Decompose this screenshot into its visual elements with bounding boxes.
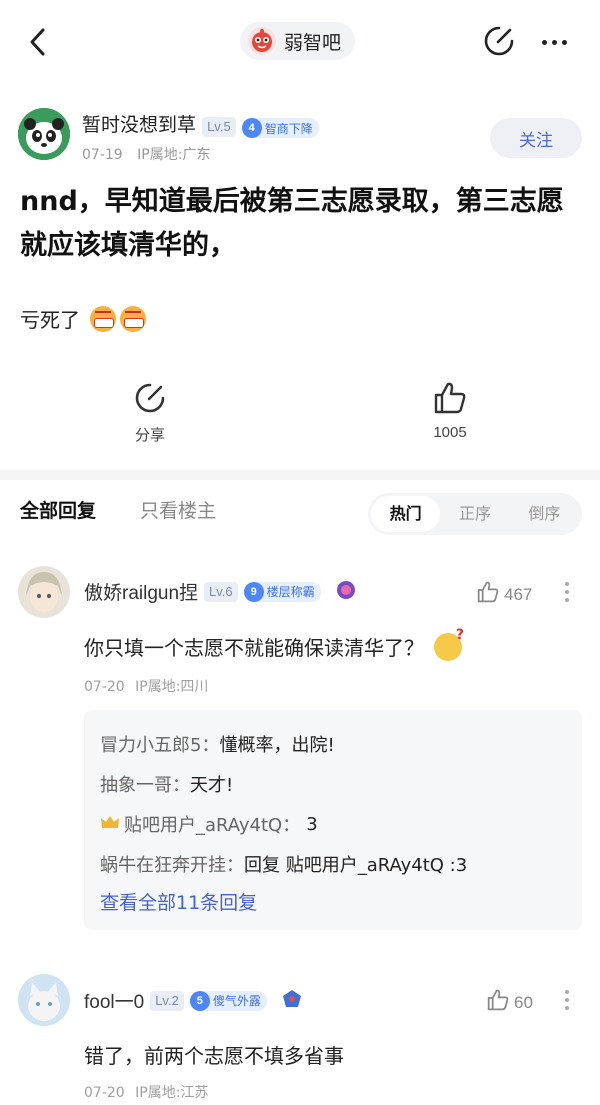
comment-more-icon[interactable] [562, 582, 572, 602]
back-arrow-icon[interactable] [22, 24, 52, 60]
share-label: 分享 [134, 427, 165, 444]
comment-author[interactable]: fool一0 [84, 987, 144, 1014]
like-action[interactable]: 1005 [390, 378, 510, 441]
reply-author[interactable]: 抽象一哥： [100, 771, 190, 797]
comment-title-badge: 5 傻气外露 [189, 990, 267, 1011]
reply-text: 回复 贴吧用户_aRAy4tQ :3 [244, 855, 468, 876]
medal-icon [281, 988, 303, 1014]
edit-icon[interactable] [482, 24, 518, 60]
comment-text-row: 错了，前两个志愿不填多省事 [84, 1040, 344, 1069]
author-level-badge: Lv.5 [202, 116, 236, 137]
comment-date: 07-20 [84, 679, 125, 695]
post-body: 亏死了 [20, 304, 146, 333]
reply-text: 天才! [190, 775, 234, 796]
forum-avatar [248, 27, 276, 55]
author-name[interactable]: 暂时没想到草 [82, 114, 196, 136]
angry-emoji-icon [90, 305, 116, 332]
comment-head: 傲娇railgun捏 Lv.6 9 楼层称霸 [84, 578, 357, 605]
sort-hot[interactable]: 热门 [371, 496, 441, 532]
reply-text: 懂概率，出院! [219, 735, 335, 756]
thumbs-up-icon [486, 988, 510, 1017]
reply-item[interactable]: 抽象一哥： 天才! [100, 764, 566, 804]
comment-meta: 07-20 IP属地:江苏 [84, 1082, 208, 1102]
reply-item[interactable]: 冒力小五郎5： 懂概率，出院! [100, 724, 566, 764]
share-icon [90, 378, 210, 418]
thinking-emoji-icon [434, 627, 464, 661]
medal-icon [335, 579, 357, 605]
thumbs-up-icon [390, 378, 510, 418]
reply-item[interactable]: 贴吧用户_aRAy4tQ： 3 [100, 804, 566, 844]
comment-date: 07-20 [84, 1085, 125, 1101]
post-date: 07-19 [82, 147, 123, 163]
comment-level-badge: Lv.6 [204, 581, 238, 602]
reply-box[interactable]: 冒力小五郎5： 懂概率，出院! 抽象一哥： 天才! 贴吧用户_aRAy4tQ： … [84, 710, 582, 930]
comment-like[interactable]: 60 [486, 988, 533, 1017]
comment-avatar[interactable] [18, 566, 70, 618]
comment-head: fool一0 Lv.2 5 傻气外露 [84, 987, 303, 1014]
forum-name: 弱智吧 [284, 31, 342, 54]
like-count: 1005 [433, 424, 467, 441]
comment-meta: 07-20 IP属地:四川 [84, 676, 208, 696]
author-title-badge: 4 智商下降 [241, 118, 319, 138]
comment-like[interactable]: 467 [476, 580, 532, 609]
sort-descending[interactable]: 倒序 [510, 496, 579, 532]
post-ip: IP属地:广东 [137, 147, 211, 163]
author-meta: 07-19 IP属地:广东 [82, 144, 210, 164]
reply-author[interactable]: 贴吧用户_aRAy4tQ： [124, 811, 300, 837]
comment-text: 错了，前两个志愿不填多省事 [84, 1044, 344, 1068]
reply-item[interactable]: 蜗牛在狂奔开挂： 回复 贴吧用户_aRAy4tQ :3 [100, 844, 566, 884]
comment-author[interactable]: 傲娇railgun捏 [84, 578, 198, 605]
tab-all-replies[interactable]: 全部回复 [20, 496, 96, 523]
reply-text: 3 [306, 813, 318, 835]
angry-emoji-icon [120, 305, 146, 332]
post-author: 暂时没想到草 Lv.5 4 智商下降 07-19 IP属地:广东 关注 [18, 108, 588, 168]
reply-author[interactable]: 冒力小五郎5： [100, 731, 219, 757]
author-name-row: 暂时没想到草 Lv.5 4 智商下降 [82, 110, 319, 138]
author-avatar[interactable] [18, 108, 70, 160]
more-icon[interactable] [534, 28, 574, 56]
comment-ip: IP属地:四川 [135, 679, 209, 695]
comment-text-row: 你只填一个志愿不就能确保读清华了？ [84, 627, 464, 661]
comment-title-badge: 9 楼层称霸 [243, 581, 321, 602]
sort-toggle: 热门 正序 倒序 [368, 493, 582, 535]
reply-author[interactable]: 蜗牛在狂奔开挂： [100, 851, 244, 877]
comment-level-badge: Lv.2 [150, 990, 184, 1011]
comment-avatar[interactable] [18, 974, 70, 1026]
comment-like-count: 60 [514, 992, 533, 1012]
post-body-text: 亏死了 [20, 308, 80, 332]
comment-ip: IP属地:江苏 [135, 1085, 209, 1101]
forum-pill[interactable]: 弱智吧 [240, 22, 356, 60]
sort-ascending[interactable]: 正序 [440, 496, 509, 532]
comment-more-icon[interactable] [562, 990, 572, 1010]
view-all-replies-link[interactable]: 查看全部11条回复 [100, 888, 566, 915]
post-title: nnd，早知道最后被第三志愿录取，第三志愿就应该填清华的， [20, 186, 564, 261]
share-action[interactable]: 分享 [90, 378, 210, 445]
tab-op-only[interactable]: 只看楼主 [140, 496, 216, 523]
thumbs-up-icon [476, 580, 500, 609]
comment-text: 你只填一个志愿不就能确保读清华了？ [84, 636, 424, 660]
comment-like-count: 467 [504, 584, 533, 604]
follow-button[interactable]: 关注 [490, 118, 582, 158]
top-bar: 弱智吧 [0, 0, 600, 84]
crown-icon [100, 814, 120, 835]
section-divider [0, 470, 600, 480]
